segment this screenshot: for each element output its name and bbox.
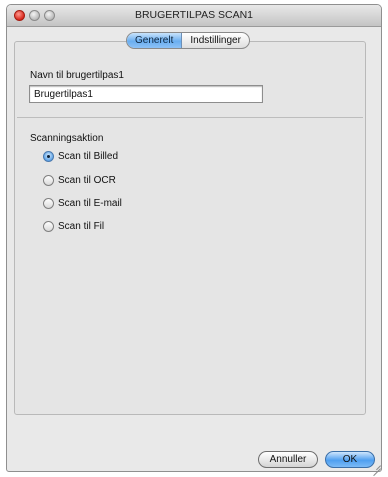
radio-unselected-icon[interactable] (43, 220, 54, 232)
radio-label: Scan til Billed (58, 150, 119, 162)
resize-grip-icon[interactable] (369, 459, 381, 477)
tab-indstillinger[interactable]: Indstillinger (182, 33, 249, 48)
radio-scan-email[interactable]: Scan til E-mail (43, 196, 122, 210)
section-divider (17, 117, 363, 118)
ok-button[interactable]: OK (325, 451, 375, 468)
radio-unselected-icon[interactable] (43, 174, 54, 186)
title-bar[interactable]: BRUGERTILPAS SCAN1 (7, 5, 381, 27)
window-title: BRUGERTILPAS SCAN1 (134, 9, 254, 21)
radio-label: Scan til Fil (58, 220, 105, 232)
tab-generelt[interactable]: Generelt (127, 33, 183, 48)
radio-scan-billed[interactable]: Scan til Billed (43, 149, 118, 163)
radio-scan-ocr[interactable]: Scan til OCR (43, 173, 116, 187)
radio-selected-icon[interactable] (43, 150, 54, 162)
radio-unselected-icon[interactable] (43, 197, 54, 209)
name-label: Navn til brugertilpas1 (30, 70, 124, 81)
scan-action-label: Scanningsaktion (30, 133, 104, 144)
name-input[interactable] (29, 85, 263, 103)
radio-scan-fil[interactable]: Scan til Fil (43, 219, 104, 233)
radio-label: Scan til OCR (58, 174, 116, 186)
cancel-button[interactable]: Annuller (258, 451, 318, 468)
radio-label: Scan til E-mail (58, 197, 122, 209)
tab-bar: Generelt Indstillinger (126, 32, 250, 49)
